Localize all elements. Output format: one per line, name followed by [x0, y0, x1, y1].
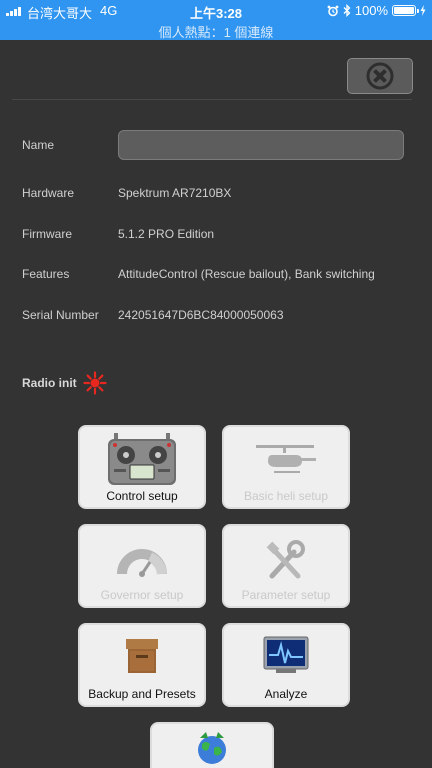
hotspot-banner[interactable]: 個人熱點：1 個連線 [0, 22, 432, 41]
backup-presets-label: Backup and Presets [88, 687, 196, 701]
tools-icon [266, 540, 305, 579]
parameter-setup-button[interactable]: Parameter setup [222, 524, 350, 608]
helicopter-icon [256, 445, 316, 473]
name-field[interactable] [118, 130, 404, 160]
features-label: Features [22, 267, 70, 281]
governor-setup-button[interactable]: Governor setup [78, 524, 206, 608]
analyze-label: Analyze [264, 687, 308, 701]
governor-setup-label: Governor setup [100, 588, 184, 602]
monitor-pulse-icon [263, 636, 309, 673]
basic-heli-setup-label: Basic heli setup [243, 489, 329, 503]
status-bar: 台湾大哥大 4G 上午3:28 100% 個人熱點：1 個連線 [0, 0, 432, 40]
gauge-icon [117, 549, 167, 577]
hardware-label: Hardware [22, 186, 75, 200]
control-setup-button[interactable]: Control setup [78, 425, 206, 509]
header-divider [12, 99, 412, 100]
transmitter-icon [108, 433, 176, 485]
hardware-value: Spektrum AR7210BX [118, 186, 232, 200]
basic-heli-setup-button[interactable]: Basic heli setup [222, 425, 350, 509]
firmware-value: 5.1.2 PRO Edition [118, 227, 215, 241]
disconnect-button[interactable] [347, 58, 413, 94]
backup-presets-button[interactable]: Backup and Presets [78, 623, 206, 707]
battery-icon [392, 5, 419, 16]
name-label: Name [22, 138, 55, 152]
serial-number-label: Serial Number [22, 308, 99, 322]
parameter-setup-label: Parameter setup [241, 588, 331, 602]
radio-init-label: Radio init [22, 376, 77, 390]
features-value: AttitudeControl (Rescue bailout), Bank s… [118, 267, 375, 281]
alarm-icon [327, 5, 339, 16]
serial-number-value: 242051647D6BC84000050063 [118, 308, 284, 322]
charging-icon [420, 5, 426, 16]
globe-recycle-icon [198, 732, 226, 764]
bluetooth-icon [343, 4, 351, 17]
battery-percent: 100% [354, 3, 388, 18]
archive-box-icon [126, 639, 158, 673]
update-button[interactable] [150, 722, 274, 768]
firmware-label: Firmware [22, 227, 72, 241]
radio-init-status-icon [83, 371, 107, 395]
analyze-button[interactable]: Analyze [222, 623, 350, 707]
control-setup-label: Control setup [106, 489, 178, 503]
close-circle-icon [366, 62, 394, 90]
